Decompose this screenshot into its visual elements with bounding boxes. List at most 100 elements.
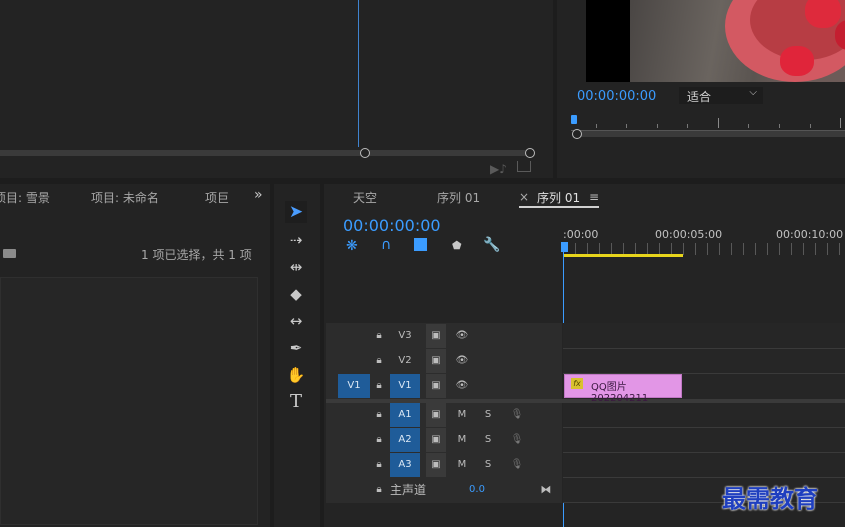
program-monitor: 00:00:00:00 适合 ⌵	[557, 0, 845, 178]
watermark-text: 最需教育	[722, 484, 818, 513]
fit-dropdown[interactable]: 适合 ⌵	[679, 87, 763, 104]
mute-button[interactable]: M	[454, 403, 470, 427]
pen-tool-icon[interactable]: ✒	[285, 337, 307, 359]
ripple-edit-icon[interactable]: ⇹	[285, 256, 307, 278]
ruler-label-10s: 00:00:10:00	[776, 228, 844, 241]
sync-lock-icon[interactable]: ▣	[426, 374, 446, 398]
video-track-v1: V1 🔒︎ V1 ▣ 👁︎	[326, 374, 562, 398]
track-name[interactable]: A2	[390, 428, 420, 452]
solo-button[interactable]: S	[480, 453, 496, 477]
video-track-v3: 🔒︎ V3 ▣ 👁︎	[326, 324, 562, 348]
solo-button[interactable]: S	[480, 428, 496, 452]
eye-icon[interactable]: 👁︎	[450, 374, 474, 398]
close-icon[interactable]: ×	[519, 190, 529, 204]
master-track: 🔒︎ 主声道 0.0 ⧓	[326, 478, 562, 502]
track-name[interactable]: V3	[390, 324, 420, 348]
lock-icon[interactable]: 🔒︎	[374, 374, 384, 398]
source-zoom-scrollbar[interactable]	[0, 150, 532, 156]
source-monitor: ▶♪	[0, 0, 553, 178]
ruler-tick	[748, 124, 749, 128]
hand-tool-icon[interactable]: ✋	[285, 364, 307, 386]
track-name[interactable]: V1	[390, 374, 420, 398]
track-name[interactable]: V2	[390, 349, 420, 373]
linked-selection-icon[interactable]	[414, 238, 427, 251]
work-area-bar[interactable]	[563, 254, 683, 257]
fx-badge[interactable]: fx	[571, 378, 583, 389]
program-time-ruler	[571, 112, 845, 131]
chevron-down-icon: ⌵	[749, 87, 757, 98]
export-frame-icon[interactable]	[517, 161, 531, 172]
snap-icon[interactable]: ∩	[381, 237, 391, 253]
lock-icon[interactable]: 🔒︎	[374, 453, 384, 477]
lock-icon[interactable]: 🔒︎	[374, 478, 384, 502]
track-name[interactable]: A3	[390, 453, 420, 477]
selection-tool-icon[interactable]: ➤	[285, 201, 307, 223]
program-zoom-scrollbar[interactable]	[577, 131, 845, 137]
lock-icon[interactable]: 🔒︎	[374, 349, 384, 373]
source-playhead-line	[358, 0, 359, 147]
sync-lock-icon[interactable]: ▣	[426, 403, 446, 427]
active-tab-underline	[519, 206, 599, 208]
audio-track-a1: 🔒︎ A1 ▣ M S 🎙︎	[326, 403, 562, 427]
zoom-handle-right[interactable]	[525, 148, 535, 158]
track-content-area	[563, 323, 845, 503]
program-zoom-handle[interactable]	[572, 129, 582, 139]
video-track-v2: 🔒︎ V2 ▣ 👁︎	[326, 349, 562, 373]
lock-icon[interactable]: 🔒︎	[374, 403, 384, 427]
master-volume-value[interactable]: 0.0	[466, 478, 488, 502]
program-timecode[interactable]: 00:00:00:00	[577, 89, 656, 104]
tab-sequence-01[interactable]: 序列 01	[437, 189, 480, 206]
program-playhead-marker[interactable]	[571, 115, 577, 124]
insert-icon[interactable]: ▶♪	[490, 162, 507, 176]
panel-overflow-button[interactable]: »	[254, 187, 263, 203]
type-tool-icon[interactable]: T	[285, 391, 307, 413]
add-marker-icon[interactable]: ⬟	[452, 239, 462, 252]
folder-search-icon[interactable]	[3, 249, 16, 258]
lane-line	[563, 348, 845, 349]
sync-lock-icon[interactable]: ▣	[426, 349, 446, 373]
clip-name: QQ图片202204211	[591, 382, 649, 404]
source-patch-v1[interactable]: V1	[338, 374, 370, 398]
tab-sky[interactable]: 天空	[353, 189, 377, 206]
lock-icon[interactable]: 🔒︎	[374, 428, 384, 452]
nest-icon[interactable]: ❋	[346, 238, 358, 254]
ruler-tick	[810, 124, 811, 128]
ruler-tick-major	[840, 118, 841, 128]
lane-line	[563, 477, 845, 478]
eye-icon[interactable]: 👁︎	[450, 349, 474, 373]
sync-lock-icon[interactable]: ▣	[426, 453, 446, 477]
panel-menu-icon[interactable]: ≡	[589, 190, 599, 204]
ruler-tick-major	[718, 118, 719, 128]
solo-button[interactable]: S	[480, 403, 496, 427]
track-name[interactable]: A1	[390, 403, 420, 427]
ruler-tick	[626, 124, 627, 128]
mute-button[interactable]: M	[454, 428, 470, 452]
zoom-handle-left[interactable]	[360, 148, 370, 158]
tab-project-untitled[interactable]: 项目: 未命名	[91, 189, 159, 206]
tab-project-snow[interactable]: 项目: 雪景	[0, 189, 50, 206]
microphone-icon[interactable]: 🎙︎	[510, 428, 524, 452]
razor-icon[interactable]: ◆	[285, 283, 307, 305]
timeline-timecode[interactable]: 00:00:00:00	[343, 216, 441, 235]
lane-line	[563, 452, 845, 453]
sync-lock-icon[interactable]: ▣	[426, 324, 446, 348]
track-select-forward-icon[interactable]: ⇢	[285, 229, 307, 251]
tab-sequence-01-active[interactable]: 序列 01	[537, 189, 580, 206]
eye-icon[interactable]: 👁︎	[450, 324, 474, 348]
microphone-icon[interactable]: 🎙︎	[510, 453, 524, 477]
mute-button[interactable]: M	[454, 453, 470, 477]
audio-track-a3: 🔒︎ A3 ▣ M S 🎙︎	[326, 453, 562, 477]
lock-icon[interactable]: 🔒︎	[374, 324, 384, 348]
audio-track-a2: 🔒︎ A2 ▣ M S 🎙︎	[326, 428, 562, 452]
video-frame-black	[586, 0, 630, 82]
ruler-tick	[657, 124, 658, 128]
slip-tool-icon[interactable]: ↔	[285, 310, 307, 332]
wrench-icon[interactable]: 🔧	[483, 237, 500, 253]
sync-lock-icon[interactable]: ▣	[426, 428, 446, 452]
go-to-ends-icon[interactable]: ⧓	[538, 478, 554, 502]
timeline-playhead-marker[interactable]	[561, 242, 568, 252]
microphone-icon[interactable]: 🎙︎	[510, 403, 524, 427]
tab-project-more[interactable]: 项巨	[205, 189, 229, 206]
ruler-tick	[779, 124, 780, 128]
timeline-clip[interactable]: fx QQ图片202204211	[564, 374, 682, 404]
